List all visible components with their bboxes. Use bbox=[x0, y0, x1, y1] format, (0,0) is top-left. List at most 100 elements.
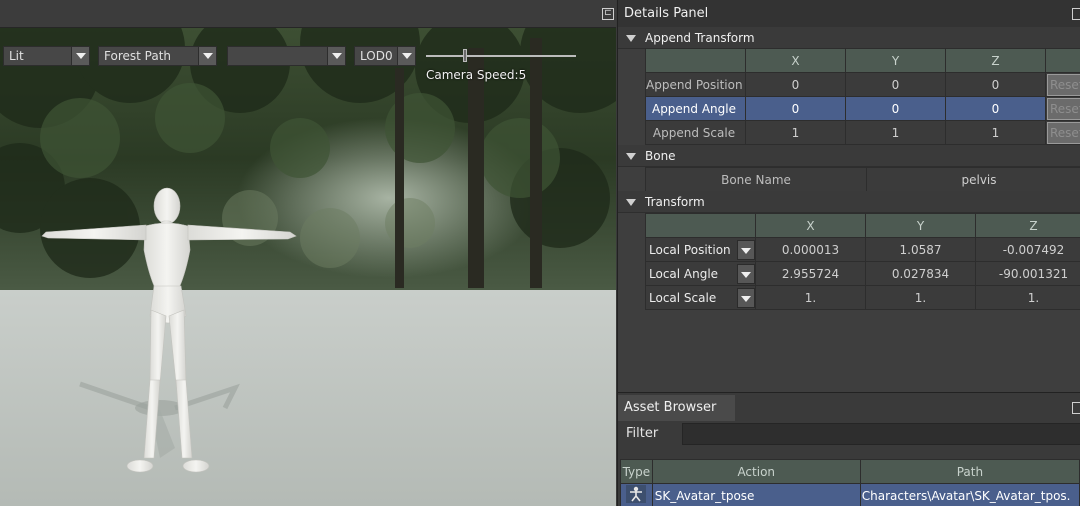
local-position-y[interactable]: 1.0587 bbox=[865, 237, 976, 262]
corner-cell bbox=[645, 48, 746, 73]
viewport-titlebar: ⊏ bbox=[0, 0, 616, 28]
append-scale-row[interactable]: Append Scale 1 1 1 Reset bbox=[645, 120, 1080, 145]
append-position-z[interactable]: 0 bbox=[945, 72, 1046, 97]
bone-name-value[interactable]: pelvis bbox=[866, 167, 1080, 192]
local-position-row[interactable]: Local Position 0.000013 1.0587 -0.007492 bbox=[645, 237, 1080, 262]
chevron-down-icon[interactable] bbox=[737, 288, 755, 308]
bone-name-label: Bone Name bbox=[645, 167, 867, 192]
asset-browser-panel: Asset Browser Filter Type Action Path SK… bbox=[617, 392, 1080, 506]
append-transform-table: X Y Z Append Position 0 0 0 Reset Append… bbox=[645, 48, 1080, 145]
row-label: Local Angle bbox=[649, 266, 719, 281]
column-header-z: Z bbox=[975, 213, 1080, 238]
dock-pin-icon[interactable]: ⊏ bbox=[602, 8, 614, 20]
append-position-y[interactable]: 0 bbox=[845, 72, 946, 97]
scene-view[interactable] bbox=[0, 28, 616, 506]
append-angle-x[interactable]: 0 bbox=[745, 96, 846, 121]
local-position-z[interactable]: -0.007492 bbox=[975, 237, 1080, 262]
reset-button[interactable]: Reset bbox=[1047, 97, 1080, 120]
append-scale-y[interactable]: 1 bbox=[845, 120, 946, 145]
transform-section-header[interactable]: Transform bbox=[618, 191, 1080, 213]
asset-path-cell[interactable]: Characters\Avatar\SK_Avatar_tpos. bbox=[859, 483, 1080, 506]
append-position-x[interactable]: 0 bbox=[745, 72, 846, 97]
local-scale-z[interactable]: 1. bbox=[975, 285, 1080, 310]
bone-section-header[interactable]: Bone bbox=[618, 145, 1080, 167]
column-header-x: X bbox=[755, 213, 866, 238]
camera-speed-slider-thumb[interactable] bbox=[463, 49, 467, 62]
details-panel: Details Panel Append Transform X Y Z App… bbox=[617, 0, 1080, 392]
append-angle-y[interactable]: 0 bbox=[845, 96, 946, 121]
lighting-mode-dropdown[interactable]: Lit bbox=[3, 46, 90, 66]
asset-action-cell[interactable]: SK_Avatar_tpose bbox=[651, 483, 861, 506]
local-scale-x[interactable]: 1. bbox=[755, 285, 866, 310]
bone-table: Bone Name pelvis bbox=[645, 167, 1080, 192]
reset-button[interactable]: Reset bbox=[1047, 73, 1080, 96]
dock-pin-icon[interactable] bbox=[1072, 8, 1080, 20]
corner-cell bbox=[645, 213, 756, 238]
append-angle-z[interactable]: 0 bbox=[945, 96, 1046, 121]
local-scale-y[interactable]: 1. bbox=[865, 285, 976, 310]
column-header-x: X bbox=[745, 48, 846, 73]
details-panel-title: Details Panel bbox=[624, 6, 709, 21]
append-position-row[interactable]: Append Position 0 0 0 Reset bbox=[645, 72, 1080, 97]
details-panel-header: Details Panel bbox=[618, 0, 1080, 28]
table-row[interactable]: SK_Avatar_tpose Characters\Avatar\SK_Ava… bbox=[620, 483, 1080, 506]
collapse-triangle-icon[interactable] bbox=[626, 199, 636, 206]
lod-dropdown[interactable]: LOD0 bbox=[354, 46, 416, 66]
camera-speed-label: Camera Speed:5 bbox=[426, 68, 527, 82]
local-scale-row[interactable]: Local Scale 1. 1. 1. bbox=[645, 285, 1080, 310]
bone-title: Bone bbox=[645, 149, 676, 163]
append-transform-title: Append Transform bbox=[645, 31, 755, 45]
column-header-type[interactable]: Type bbox=[620, 459, 653, 484]
column-header-path[interactable]: Path bbox=[859, 459, 1080, 484]
append-transform-section-header[interactable]: Append Transform bbox=[618, 27, 1080, 49]
append-scale-x[interactable]: 1 bbox=[745, 120, 846, 145]
chevron-down-icon bbox=[327, 47, 345, 65]
column-header-y: Y bbox=[865, 213, 976, 238]
local-position-x[interactable]: 0.000013 bbox=[755, 237, 866, 262]
local-angle-z[interactable]: -90.001321 bbox=[975, 261, 1080, 286]
editor-window: ⊏ Lit Forest Path LOD0 Camera Speed:5 De… bbox=[0, 0, 1080, 506]
reset-cell: Reset bbox=[1045, 120, 1080, 145]
row-label: Local Position bbox=[649, 242, 731, 257]
reset-cell: Reset bbox=[1045, 72, 1080, 97]
lighting-mode-value: Lit bbox=[9, 49, 24, 63]
append-angle-row[interactable]: Append Angle 0 0 0 Reset bbox=[645, 96, 1080, 121]
asset-dropdown[interactable] bbox=[227, 46, 346, 66]
chevron-down-icon[interactable] bbox=[737, 264, 755, 284]
filter-input[interactable] bbox=[682, 423, 1080, 445]
lod-value: LOD0 bbox=[360, 49, 393, 63]
transform-table: X Y Z Local Position 0.000013 1.0587 -0.… bbox=[645, 213, 1080, 310]
reset-column-header bbox=[1045, 48, 1080, 73]
row-label: Append Position bbox=[645, 72, 746, 97]
local-scale-label: Local Scale bbox=[645, 285, 756, 310]
chevron-down-icon bbox=[198, 47, 216, 65]
skeleton-icon bbox=[626, 485, 647, 503]
collapse-triangle-icon[interactable] bbox=[626, 35, 636, 42]
reset-button[interactable]: Reset bbox=[1047, 121, 1080, 144]
row-label: Append Angle bbox=[645, 96, 746, 121]
append-scale-z[interactable]: 1 bbox=[945, 120, 1046, 145]
row-label: Append Scale bbox=[645, 120, 746, 145]
chevron-down-icon bbox=[397, 47, 415, 65]
local-angle-row[interactable]: Local Angle 2.955724 0.027834 -90.001321 bbox=[645, 261, 1080, 286]
row-label: Local Scale bbox=[649, 290, 717, 305]
transform-title: Transform bbox=[645, 195, 705, 209]
asset-table: Type Action Path SK_Avatar_tpose Charact… bbox=[620, 459, 1080, 506]
column-header-y: Y bbox=[845, 48, 946, 73]
viewport-panel[interactable]: ⊏ Lit Forest Path LOD0 Camera Speed:5 bbox=[0, 0, 616, 506]
asset-browser-tab[interactable]: Asset Browser bbox=[618, 395, 735, 421]
chevron-down-icon bbox=[71, 47, 89, 65]
environment-value: Forest Path bbox=[104, 49, 172, 63]
dock-pin-icon[interactable] bbox=[1072, 402, 1080, 414]
local-angle-y[interactable]: 0.027834 bbox=[865, 261, 976, 286]
local-angle-x[interactable]: 2.955724 bbox=[755, 261, 866, 286]
type-cell bbox=[620, 483, 653, 506]
chevron-down-icon[interactable] bbox=[737, 240, 755, 260]
filter-label: Filter bbox=[626, 426, 659, 441]
scene-render bbox=[0, 28, 616, 506]
environment-dropdown[interactable]: Forest Path bbox=[98, 46, 217, 66]
collapse-triangle-icon[interactable] bbox=[626, 153, 636, 160]
camera-speed-slider[interactable] bbox=[426, 55, 576, 57]
reset-cell: Reset bbox=[1045, 96, 1080, 121]
column-header-action[interactable]: Action bbox=[651, 459, 861, 484]
